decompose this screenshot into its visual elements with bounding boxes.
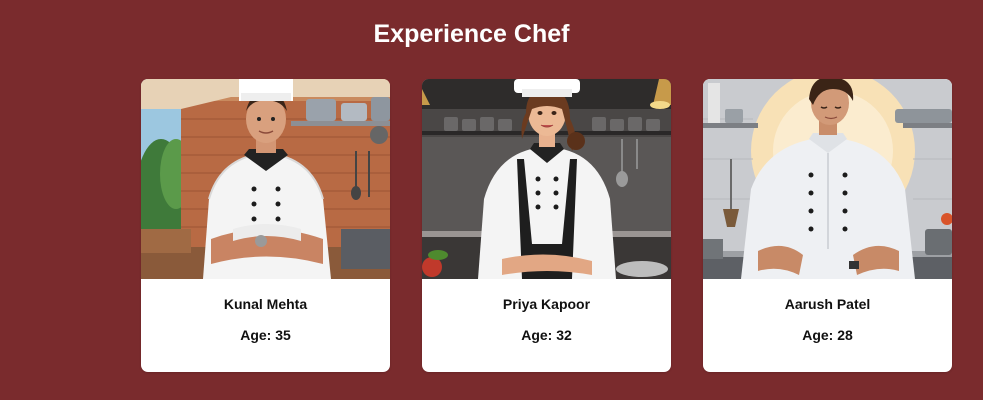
chef-age: Age: 28 (802, 327, 853, 343)
chef-card[interactable]: Kunal Mehta Age: 35 (141, 79, 390, 372)
chef-card[interactable]: Priya Kapoor Age: 32 (422, 79, 671, 372)
chef-photo (703, 79, 952, 279)
chef-name: Aarush Patel (784, 296, 871, 312)
chef-photo (141, 79, 390, 279)
page-title: Experience Chef (373, 20, 570, 48)
chef-age: Age: 35 (240, 327, 291, 343)
chef-age: Age: 32 (521, 327, 572, 343)
chef-name: Kunal Mehta (223, 296, 308, 312)
chef-card-grid: Kunal Mehta Age: 35 Priya Kapoor Age: 32… (141, 79, 953, 372)
chef-photo (422, 79, 671, 279)
chef-card[interactable]: Aarush Patel Age: 28 (703, 79, 952, 372)
chef-name: Priya Kapoor (502, 296, 591, 312)
